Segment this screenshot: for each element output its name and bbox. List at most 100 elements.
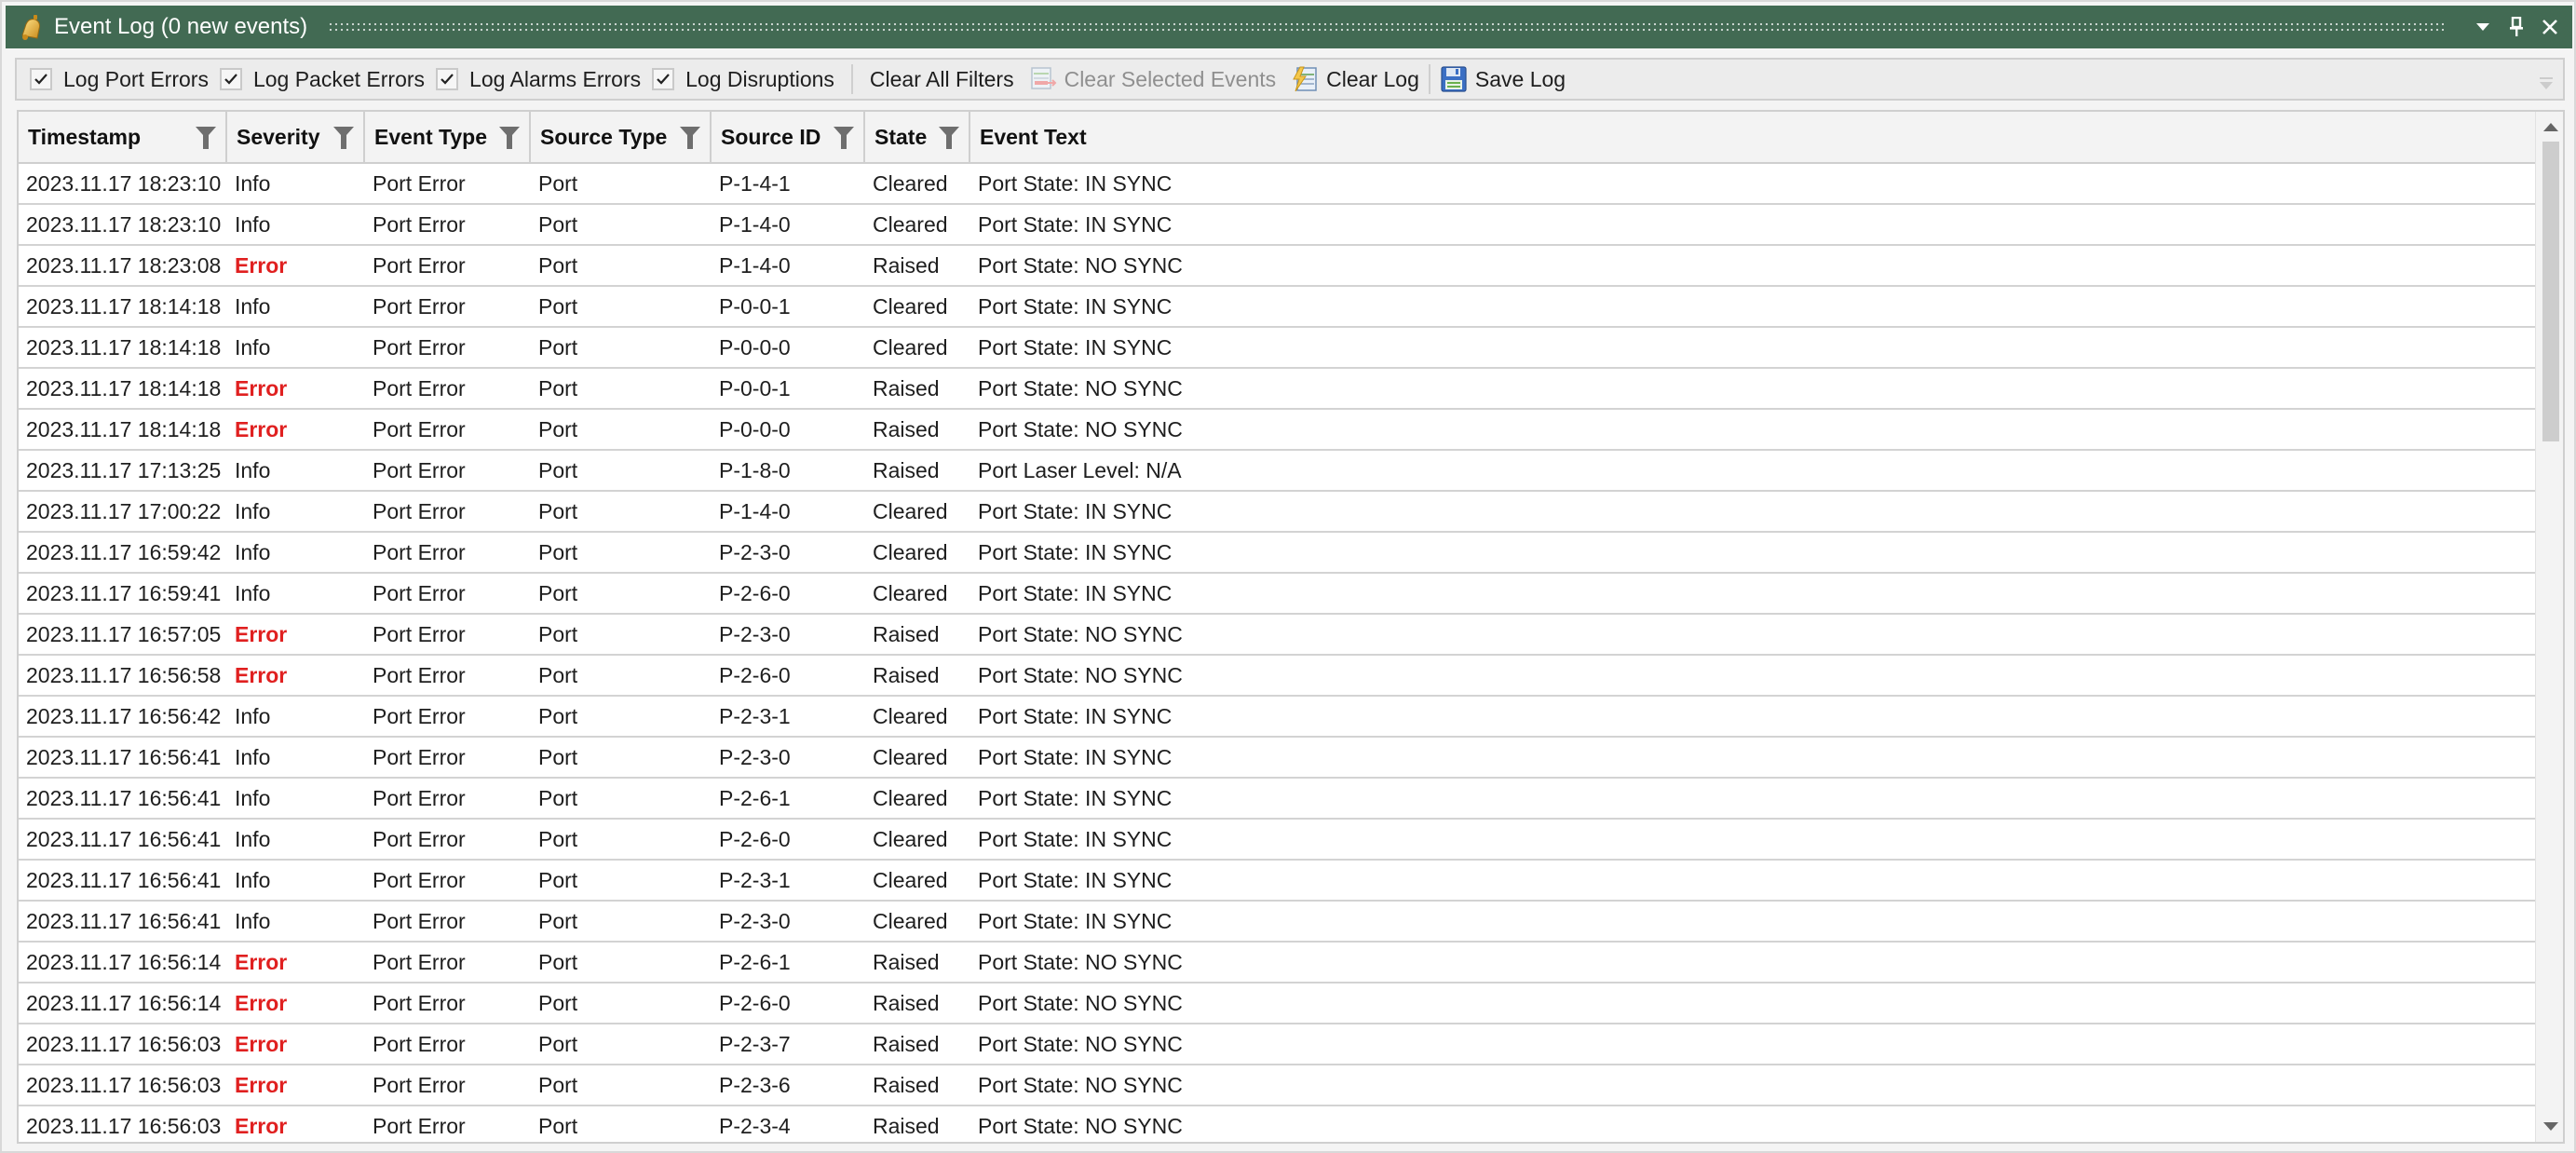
scroll-track[interactable]	[2542, 142, 2559, 1110]
column-header-event-type[interactable]: Event Type	[365, 112, 531, 162]
cell-severity: Info	[235, 539, 271, 564]
cell-timestamp: 2023.11.17 16:56:14	[26, 990, 222, 1015]
clear-all-filters-button[interactable]: Clear All Filters	[870, 67, 1014, 92]
checkbox-box[interactable]	[436, 68, 459, 90]
save-log-label: Save Log	[1474, 66, 1566, 91]
cell-state: Cleared	[873, 170, 948, 196]
toolbar-overflow-button[interactable]	[2537, 73, 2556, 91]
dropdown-button[interactable]	[2466, 8, 2500, 46]
cell-source-type: Port	[538, 1031, 578, 1056]
cell-event-text: Port State: NO SYNC	[978, 1072, 1183, 1097]
column-header-severity[interactable]: Severity	[227, 112, 365, 162]
table-row[interactable]: 2023.11.17 16:57:05 Error Port Error Port P-…	[19, 615, 2537, 656]
table-row[interactable]: 2023.11.17 16:56:14 Error Port Error Port P-…	[19, 943, 2537, 983]
clear-log-button[interactable]: Clear Log	[1291, 65, 1419, 93]
cell-source-type: Port	[538, 621, 578, 646]
cell-timestamp: 2023.11.17 18:14:18	[26, 293, 222, 319]
column-header-event-text[interactable]: Event Text	[970, 112, 2537, 162]
scroll-up-arrow-icon[interactable]	[2543, 123, 2558, 131]
table-row[interactable]: 2023.11.17 16:56:41 Info Port Error Port P-2…	[19, 779, 2537, 820]
column-header-timestamp[interactable]: Timestamp	[19, 112, 227, 162]
table-row[interactable]: 2023.11.17 16:56:42 Info Port Error Port P-2…	[19, 697, 2537, 738]
clear-log-label: Clear Log	[1326, 66, 1419, 91]
checkbox-box[interactable]	[30, 68, 52, 90]
table-row[interactable]: 2023.11.17 16:56:41 Info Port Error Port P-2…	[19, 820, 2537, 861]
cell-source-type: Port	[538, 908, 578, 933]
table-row[interactable]: 2023.11.17 17:13:25 Info Port Error Port P-1…	[19, 451, 2537, 492]
table-row[interactable]: 2023.11.17 16:56:03 Error Port Error Port P-…	[19, 1024, 2537, 1065]
table-row[interactable]: 2023.11.17 18:23:10 Info Port Error Port P-1…	[19, 164, 2537, 205]
cell-state: Raised	[873, 662, 940, 687]
table-row[interactable]: 2023.11.17 18:14:18 Error Port Error Port P-…	[19, 369, 2537, 410]
cell-severity: Info	[235, 334, 271, 359]
scroll-thumb[interactable]	[2542, 142, 2559, 442]
vertical-scrollbar[interactable]	[2535, 112, 2563, 1142]
clear-selected-events-button[interactable]: Clear Selected Events	[1029, 65, 1276, 93]
cell-severity: Error	[235, 1072, 288, 1097]
column-header-state[interactable]: State	[865, 112, 970, 162]
cell-source-id: P-0-0-1	[719, 375, 791, 400]
clear-all-filters-label: Clear All Filters	[869, 66, 1014, 91]
toolbar-separator	[1428, 64, 1430, 94]
cell-source-type: Port	[538, 826, 578, 851]
filter-funnel-icon[interactable]	[834, 127, 854, 149]
filter-funnel-icon[interactable]	[196, 127, 216, 149]
event-table: Timestamp Severity Event Type Source Type So…	[17, 110, 2565, 1144]
filter-funnel-icon[interactable]	[333, 127, 354, 149]
table-row[interactable]: 2023.11.17 16:56:14 Error Port Error Port P-…	[19, 983, 2537, 1024]
filter-funnel-icon[interactable]	[680, 127, 700, 149]
cell-source-type: Port	[538, 293, 578, 319]
cell-timestamp: 2023.11.17 16:56:41	[26, 744, 222, 769]
cell-timestamp: 2023.11.17 16:56:41	[26, 867, 222, 892]
log-disruptions-checkbox[interactable]: Log Disruptions	[652, 67, 834, 92]
cell-severity: Error	[235, 621, 288, 646]
cell-state: Cleared	[873, 498, 948, 523]
table-row[interactable]: 2023.11.17 16:59:41 Info Port Error Port P-2…	[19, 574, 2537, 615]
scroll-down-arrow-icon[interactable]	[2543, 1122, 2558, 1131]
checkbox-box[interactable]	[652, 68, 675, 90]
table-row[interactable]: 2023.11.17 16:56:41 Info Port Error Port P-2…	[19, 861, 2537, 902]
table-row[interactable]: 2023.11.17 16:56:03 Error Port Error Port P-…	[19, 1106, 2537, 1142]
cell-state: Raised	[873, 252, 940, 278]
save-log-button[interactable]: Save Log	[1440, 65, 1566, 93]
table-row[interactable]: 2023.11.17 16:56:03 Error Port Error Port P-…	[19, 1065, 2537, 1106]
cell-source-id: P-2-3-4	[719, 1113, 791, 1138]
cell-source-type: Port	[538, 539, 578, 564]
table-row[interactable]: 2023.11.17 18:23:08 Error Port Error Port P-…	[19, 246, 2537, 287]
table-row[interactable]: 2023.11.17 18:14:18 Info Port Error Port P-0…	[19, 328, 2537, 369]
pin-button[interactable]	[2500, 8, 2533, 46]
table-row[interactable]: 2023.11.17 16:56:41 Info Port Error Port P-2…	[19, 738, 2537, 779]
drag-grip[interactable]	[328, 21, 2444, 33]
column-header-label: State	[874, 124, 928, 149]
title-bar[interactable]: Event Log (0 new events)	[6, 6, 2572, 48]
table-row[interactable]: 2023.11.17 18:23:10 Info Port Error Port P-1…	[19, 205, 2537, 246]
filter-funnel-icon[interactable]	[499, 127, 520, 149]
cell-source-id: P-1-4-0	[719, 498, 791, 523]
cell-event-type: Port Error	[373, 703, 466, 728]
column-header-label: Source ID	[721, 124, 821, 149]
cell-event-type: Port Error	[373, 293, 466, 319]
cell-timestamp: 2023.11.17 16:57:05	[26, 621, 222, 646]
checkbox-box[interactable]	[219, 68, 242, 90]
table-row[interactable]: 2023.11.17 17:00:22 Info Port Error Port P-1…	[19, 492, 2537, 533]
cell-event-text: Port State: NO SYNC	[978, 1031, 1183, 1056]
column-header-source-id[interactable]: Source ID	[712, 112, 865, 162]
cell-event-text: Port State: NO SYNC	[978, 621, 1183, 646]
cell-severity: Error	[235, 949, 288, 974]
table-row[interactable]: 2023.11.17 16:59:42 Info Port Error Port P-2…	[19, 533, 2537, 574]
cell-source-type: Port	[538, 580, 578, 605]
table-row[interactable]: 2023.11.17 16:56:41 Info Port Error Port P-2…	[19, 902, 2537, 943]
cell-source-id: P-2-6-1	[719, 785, 791, 810]
log-port-errors-checkbox[interactable]: Log Port Errors	[30, 67, 209, 92]
toolbar: Log Port Errors Log Packet Errors Log Al…	[15, 58, 2565, 101]
cell-source-type: Port	[538, 744, 578, 769]
log-alarms-errors-checkbox[interactable]: Log Alarms Errors	[436, 67, 641, 92]
column-header-source-type[interactable]: Source Type	[531, 112, 712, 162]
log-packet-errors-checkbox[interactable]: Log Packet Errors	[219, 67, 425, 92]
table-row[interactable]: 2023.11.17 16:56:58 Error Port Error Port P-…	[19, 656, 2537, 697]
table-row[interactable]: 2023.11.17 18:14:18 Info Port Error Port P-0…	[19, 287, 2537, 328]
cell-severity: Info	[235, 908, 271, 933]
filter-funnel-icon[interactable]	[939, 127, 959, 149]
close-button[interactable]	[2533, 8, 2567, 46]
table-row[interactable]: 2023.11.17 18:14:18 Error Port Error Port P-…	[19, 410, 2537, 451]
